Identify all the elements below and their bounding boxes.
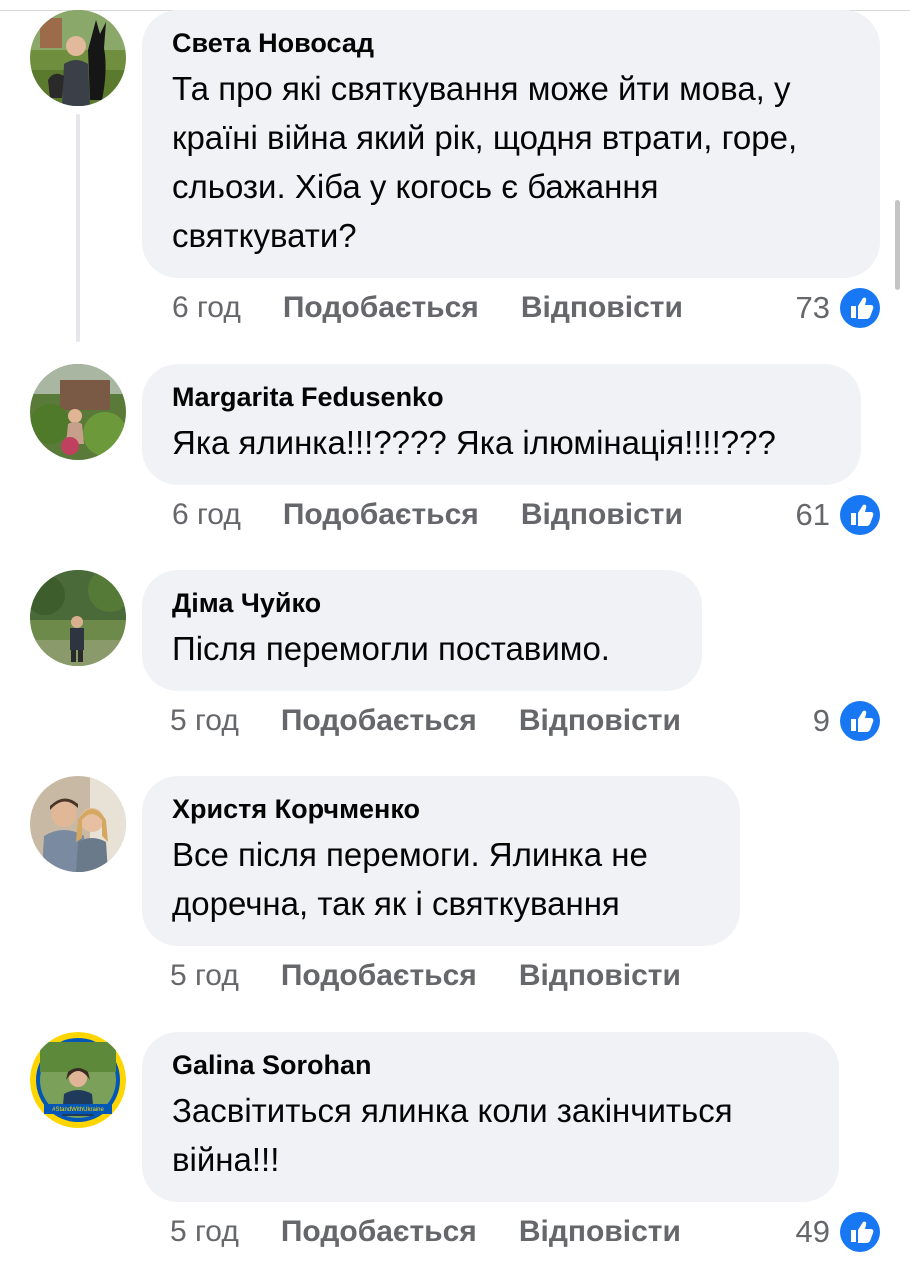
comment-actions: 5 год Подобається Відповісти	[170, 956, 681, 996]
comment-actions: 6 год Подобається Відповісти	[172, 288, 683, 328]
reply-thread-line	[76, 114, 80, 342]
comment-actions: 6 год Подобається Відповісти	[172, 495, 683, 535]
avatar[interactable]: #StandWithUkraine	[30, 1032, 126, 1128]
comment-time[interactable]: 5 год	[170, 959, 239, 993]
like-button[interactable]: Подобається	[283, 498, 479, 532]
comment-time[interactable]: 6 год	[172, 498, 241, 532]
reaction-summary[interactable]: 61	[796, 495, 880, 535]
avatar[interactable]	[30, 570, 126, 666]
reply-button[interactable]: Відповісти	[519, 959, 681, 993]
reaction-count: 73	[795, 290, 830, 325]
reaction-count: 61	[795, 497, 830, 532]
comment-text: Все після перемоги. Ялинка не доречна, т…	[172, 836, 648, 922]
comment-bubble: Света Новосад Та про які святкування мож…	[142, 10, 880, 278]
like-button[interactable]: Подобається	[283, 291, 479, 325]
reaction-summary[interactable]: 73	[796, 288, 880, 328]
comment-bubble: Христя Корчменко Все після перемоги. Яли…	[142, 776, 740, 946]
comment-author[interactable]: Margarita Fedusenko	[172, 380, 831, 414]
reply-button[interactable]: Відповісти	[521, 291, 683, 325]
comment-text: Після перемогли поставимо.	[172, 630, 610, 667]
like-icon	[840, 1212, 880, 1252]
reaction-count: 49	[795, 1214, 830, 1249]
comment-bubble: Margarita Fedusenko Яка ялинка!!!???? Як…	[142, 364, 861, 485]
comment-actions: 5 год Подобається Відповісти	[170, 701, 681, 741]
avatar-badge-text: #StandWithUkraine	[52, 1107, 104, 1113]
reply-button[interactable]: Відповісти	[519, 704, 681, 738]
comment-author[interactable]: Света Новосад	[172, 26, 850, 60]
reaction-count: 9	[812, 703, 830, 738]
like-button[interactable]: Подобається	[281, 704, 477, 738]
like-icon	[840, 701, 880, 741]
comment-text: Яка ялинка!!!???? Яка ілюмінація!!!!???	[172, 424, 776, 461]
like-icon	[840, 288, 880, 328]
comment-text: Та про які святкування може йти мова, у …	[172, 70, 798, 254]
comment-time[interactable]: 6 год	[172, 291, 241, 325]
comment-actions: 5 год Подобається Відповісти	[170, 1212, 681, 1252]
comment-time[interactable]: 5 год	[170, 1215, 239, 1249]
like-button[interactable]: Подобається	[281, 1215, 477, 1249]
comment-bubble: Діма Чуйко Після перемогли поставимо.	[142, 570, 702, 691]
avatar[interactable]	[30, 364, 126, 460]
reaction-summary[interactable]: 49	[796, 1212, 880, 1252]
avatar[interactable]	[30, 10, 126, 106]
comment-author[interactable]: Христя Корчменко	[172, 792, 710, 826]
comment-text: Засвітиться ялинка коли закінчиться війн…	[172, 1092, 733, 1178]
like-icon	[840, 495, 880, 535]
reply-button[interactable]: Відповісти	[521, 498, 683, 532]
reaction-summary[interactable]: 9	[813, 701, 880, 741]
avatar[interactable]	[30, 776, 126, 872]
comment-author[interactable]: Діма Чуйко	[172, 586, 672, 620]
reply-button[interactable]: Відповісти	[519, 1215, 681, 1249]
comment-bubble: Galina Sorohan Засвітиться ялинка коли з…	[142, 1032, 839, 1202]
comment-time[interactable]: 5 год	[170, 704, 239, 738]
like-button[interactable]: Подобається	[281, 959, 477, 993]
comment-author[interactable]: Galina Sorohan	[172, 1048, 809, 1082]
scrollbar[interactable]	[895, 200, 900, 290]
